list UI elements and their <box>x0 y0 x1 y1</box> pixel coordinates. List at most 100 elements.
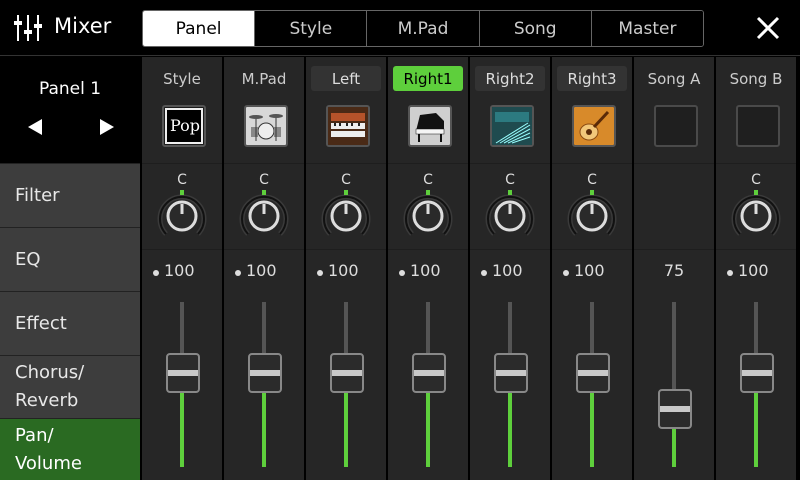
channel-strip-7: Song A 75 <box>634 57 714 480</box>
channel-header: Song A <box>634 57 714 163</box>
volume-section: 100 <box>552 250 632 480</box>
tab-bar: Panel Style M.Pad Song Master <box>142 10 704 47</box>
side-item-label: EQ <box>15 248 41 270</box>
side-item-filter[interactable]: Filter <box>0 163 140 227</box>
volume-value: 75 <box>663 261 685 280</box>
empty-slot-icon[interactable] <box>736 105 780 147</box>
volume-value: 100 <box>738 261 769 280</box>
pan-section: C <box>388 164 468 249</box>
close-icon[interactable] <box>752 12 784 44</box>
pan-section: C <box>142 164 222 249</box>
acoustic-guitar-icon[interactable] <box>572 105 616 147</box>
channel-label[interactable]: Left <box>311 66 381 91</box>
channel-strip-8: Song B C 100 <box>716 57 796 480</box>
volume-value: 100 <box>328 261 359 280</box>
volume-indicator-dot <box>399 270 405 276</box>
volume-value: 100 <box>410 261 441 280</box>
channel-label[interactable]: Right2 <box>475 66 545 91</box>
pan-value: C <box>587 172 597 188</box>
grand-piano-icon[interactable] <box>408 105 452 147</box>
channel-header: Left <box>306 57 386 163</box>
volume-indicator-dot <box>153 270 159 276</box>
synth-keyboard-icon[interactable] <box>490 105 534 147</box>
tab-style[interactable]: Style <box>255 11 368 46</box>
side-item-chorus-reverb[interactable]: Chorus/ Reverb <box>0 355 140 418</box>
pan-knob-icon[interactable] <box>730 190 782 242</box>
triangle-right-icon[interactable] <box>96 117 116 137</box>
empty-slot-icon[interactable] <box>654 105 698 147</box>
fader-handle[interactable] <box>494 352 528 393</box>
side-item-label: Pan/ Volume <box>15 424 82 474</box>
triangle-left-icon[interactable] <box>26 117 46 137</box>
style-icon-text: Pop <box>170 116 200 135</box>
tab-mpad[interactable]: M.Pad <box>367 11 480 46</box>
channel-strip-6: Right3 C 100 <box>552 57 632 480</box>
channel-strips: Style Pop C 100 M.Pad C 100 Left C 100 Right1 C 100 R… <box>140 57 800 480</box>
drum-kit-icon[interactable] <box>244 105 288 147</box>
pan-knob-icon[interactable] <box>566 190 618 242</box>
side-item-label: Effect <box>15 312 67 334</box>
fader-handle[interactable] <box>576 352 610 393</box>
pan-value: C <box>259 172 269 188</box>
side-item-eq[interactable]: EQ <box>0 227 140 291</box>
channel-header: Song B <box>716 57 796 163</box>
pan-knob-icon[interactable] <box>238 190 290 242</box>
pan-section: C <box>306 164 386 249</box>
volume-section: 100 <box>716 250 796 480</box>
mixer-sliders-icon <box>14 15 42 41</box>
pan-section: C <box>470 164 550 249</box>
channel-strip-5: Right2 C 100 <box>470 57 550 480</box>
organ-icon[interactable] <box>326 105 370 147</box>
channel-strip-4: Right1 C 100 <box>388 57 468 480</box>
pan-value: C <box>751 172 761 188</box>
volume-value: 100 <box>574 261 605 280</box>
volume-section: 100 <box>142 250 222 480</box>
tab-master[interactable]: Master <box>591 11 703 46</box>
pan-value: C <box>423 172 433 188</box>
fader-handle[interactable] <box>166 352 200 393</box>
channel-label: Song A <box>647 69 701 88</box>
pop-style-icon[interactable]: Pop <box>162 105 206 147</box>
channel-label: M.Pad <box>241 69 287 88</box>
volume-indicator-dot <box>727 270 733 276</box>
volume-indicator-dot <box>317 270 323 276</box>
pan-knob-icon[interactable] <box>402 190 454 242</box>
channel-strip-1: Style Pop C 100 <box>142 57 222 480</box>
fader-handle[interactable] <box>740 352 774 393</box>
fader-handle[interactable] <box>412 352 446 393</box>
channel-label[interactable]: Right1 <box>393 66 463 91</box>
channel-header: Right3 <box>552 57 632 163</box>
fader-handle[interactable] <box>330 352 364 393</box>
fader-handle[interactable] <box>248 352 282 393</box>
side-item-label: Chorus/ Reverb <box>15 362 85 411</box>
side-item-pan-volume[interactable]: Pan/ Volume <box>0 418 140 480</box>
side-item-label: Filter <box>15 184 60 206</box>
volume-value: 100 <box>246 261 277 280</box>
panel-name: Panel 1 <box>38 79 102 99</box>
channel-label: Song B <box>729 69 783 88</box>
channel-header: Style Pop <box>142 57 222 163</box>
pan-knob-icon[interactable] <box>484 190 536 242</box>
pan-knob-icon[interactable] <box>156 190 208 242</box>
channel-label[interactable]: Right3 <box>557 66 627 91</box>
channel-strip-3: Left C 100 <box>306 57 386 480</box>
volume-section: 100 <box>224 250 304 480</box>
pan-section: C <box>552 164 632 249</box>
volume-indicator-dot <box>235 270 241 276</box>
header-bar: Mixer Panel Style M.Pad Song Master <box>0 0 800 56</box>
pan-section: C <box>716 164 796 249</box>
channel-strip-2: M.Pad C 100 <box>224 57 304 480</box>
volume-section: 100 <box>470 250 550 480</box>
volume-section: 100 <box>306 250 386 480</box>
side-item-effect[interactable]: Effect <box>0 291 140 355</box>
tab-song[interactable]: Song <box>479 11 592 46</box>
volume-section: 100 <box>388 250 468 480</box>
volume-indicator-dot <box>563 270 569 276</box>
panel-selector: Panel 1 <box>0 57 140 163</box>
fader-handle[interactable] <box>658 389 692 430</box>
channel-header: M.Pad <box>224 57 304 163</box>
pan-section <box>634 164 714 249</box>
tab-panel[interactable]: Panel <box>143 11 256 46</box>
channel-label: Style <box>163 69 201 88</box>
pan-knob-icon[interactable] <box>320 190 372 242</box>
